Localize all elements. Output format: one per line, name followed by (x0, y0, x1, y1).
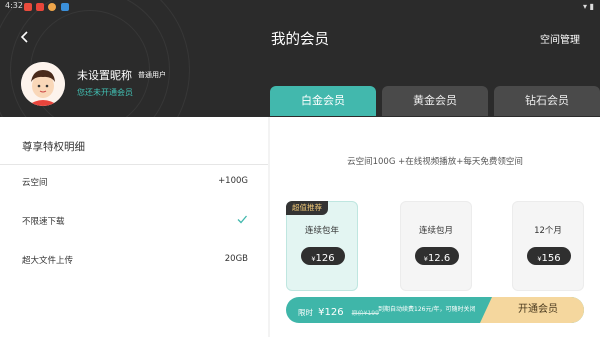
notification-icon (24, 3, 32, 11)
plan-price: ¥156 (527, 247, 571, 265)
limited-label: 限时 (298, 308, 313, 317)
auto-renew-note: 到期自动续费126元/年，可随时关闭 (378, 306, 476, 313)
notification-icon (36, 3, 44, 11)
price-value: 12.6 (427, 253, 451, 264)
header: 4:32 ▾ ▮ 我的会员 空间管理 未设置昵称 普通用户 您还未开通会员 白金… (0, 0, 600, 117)
tab-platinum[interactable]: 白金会员 (270, 86, 376, 116)
space-manage-button[interactable]: 空间管理 (540, 31, 580, 46)
privilege-row: 云空间 +100G (22, 176, 248, 190)
privilege-label: 不限速下载 (22, 217, 65, 227)
open-membership-button[interactable]: 开通会员 (480, 297, 584, 323)
tab-gold[interactable]: 黄金会员 (382, 86, 488, 116)
plan-card-12-months[interactable]: 12个月 ¥156 (512, 201, 584, 291)
status-bar: 4:32 ▾ ▮ (0, 0, 600, 14)
buy-price-summary: 限时 ¥126 原价¥199 (298, 297, 379, 323)
plan-description: 云空间100G +在线视频播放+每天免费领空间 (347, 157, 523, 167)
plan-name: 连续包年 (304, 226, 339, 236)
status-time: 4:32 (5, 1, 23, 10)
plan-name: 连续包月 (418, 226, 453, 236)
check-icon (237, 215, 247, 224)
price-value: 156 (541, 253, 561, 264)
privilege-row: 超大文件上传 20GB (22, 254, 248, 268)
plan-card-yearly[interactable]: 超值推荐 连续包年 ¥126 (286, 201, 358, 291)
avatar[interactable] (21, 62, 65, 106)
privilege-label: 超大文件上传 (22, 256, 74, 266)
privilege-value: 20GB (224, 254, 248, 264)
buy-bar: 限时 ¥126 原价¥199 到期自动续费126元/年，可随时关闭 开通会员 (286, 297, 584, 323)
privilege-panel: 尊享特权明细 云空间 +100G 不限速下载 超大文件上传 20GB (0, 117, 268, 337)
buy-price: 126 (324, 307, 344, 318)
privilege-row: 不限速下载 (22, 215, 248, 229)
plan-card-monthly[interactable]: 连续包月 ¥12.6 (400, 201, 472, 291)
cartoon-avatar-icon (21, 62, 65, 106)
original-price: 原价¥199 (351, 310, 379, 317)
divider (0, 164, 268, 165)
membership-status-link[interactable]: 您还未开通会员 (77, 87, 133, 98)
app-icon (61, 3, 69, 11)
page-title: 我的会员 (271, 32, 329, 48)
plan-price: ¥126 (301, 247, 345, 265)
plan-price: ¥12.6 (415, 247, 459, 265)
price-value: 126 (315, 253, 335, 264)
tab-diamond[interactable]: 钻石会员 (494, 86, 600, 116)
user-type-label: 普通用户 (138, 71, 166, 79)
privilege-value: +100G (218, 176, 248, 186)
privilege-label: 云空间 (22, 178, 48, 188)
privilege-title: 尊享特权明细 (22, 141, 85, 153)
sun-icon (48, 3, 56, 11)
username: 未设置昵称 (77, 69, 132, 82)
plan-name: 12个月 (534, 226, 562, 236)
wifi-battery-icon: ▾ ▮ (583, 2, 594, 11)
recommend-badge: 超值推荐 (286, 201, 328, 215)
